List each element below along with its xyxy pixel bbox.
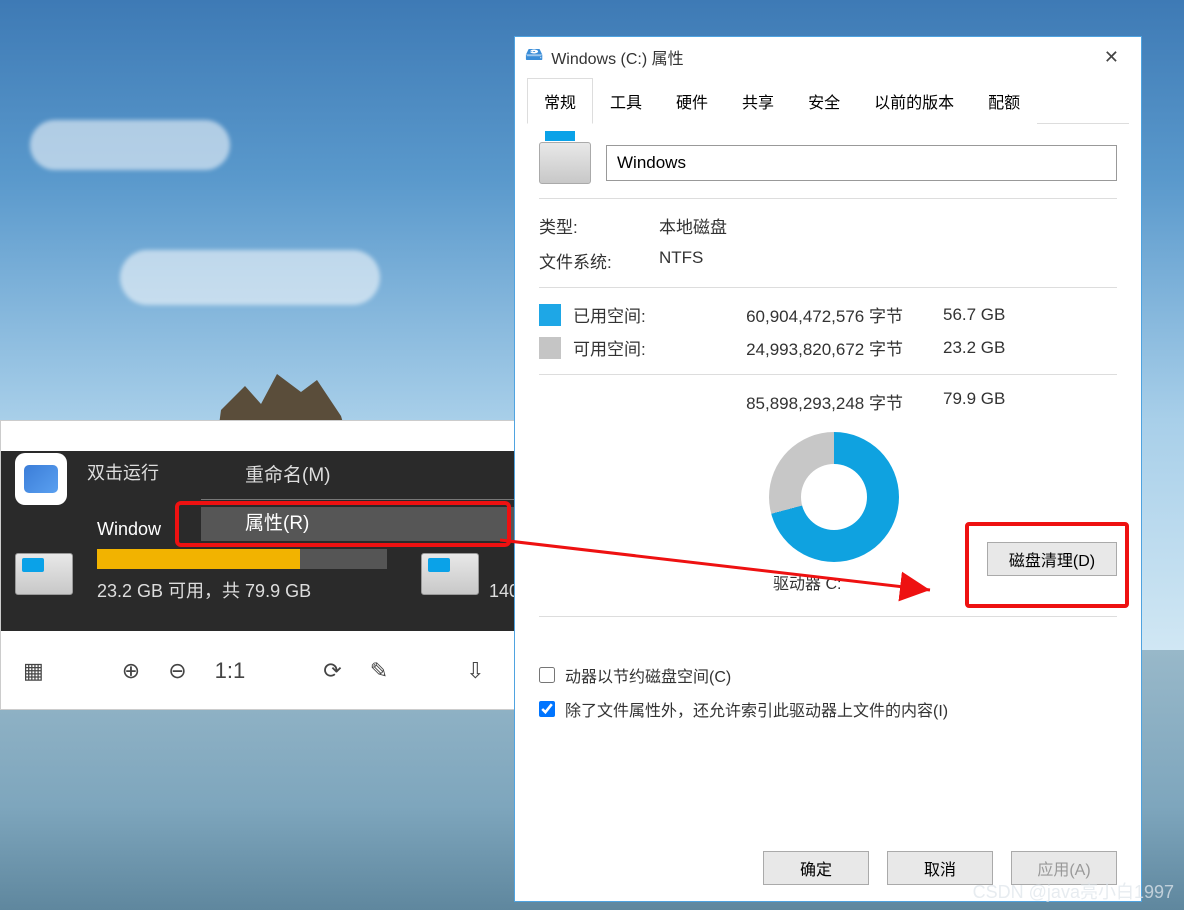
close-button[interactable]: ✕	[1092, 41, 1131, 74]
grid-icon[interactable]: ▦	[23, 658, 44, 684]
free-swatch	[539, 337, 561, 359]
tab-sharing[interactable]: 共享	[725, 78, 791, 124]
dialog-titlebar[interactable]: 🖴 Windows (C:) 属性 ✕	[515, 37, 1141, 77]
used-swatch	[539, 304, 561, 326]
tab-previous[interactable]: 以前的版本	[857, 78, 971, 124]
drive-usage-text: 23.2 GB 可用，共 79.9 GB	[97, 577, 311, 603]
drive-name-input[interactable]	[606, 145, 1117, 181]
drive-icon: 🖴	[525, 42, 543, 72]
tab-bar: 常规 工具 硬件 共享 安全 以前的版本 配额	[527, 77, 1129, 124]
total-gb: 79.9 GB	[943, 389, 1005, 414]
tab-general[interactable]: 常规	[527, 78, 593, 124]
ok-button[interactable]: 确定	[763, 851, 869, 885]
tab-hardware[interactable]: 硬件	[659, 78, 725, 124]
actual-size-icon[interactable]: 1:1	[215, 658, 246, 684]
properties-dialog: 🖴 Windows (C:) 属性 ✕ 常规 工具 硬件 共享 安全 以前的版本…	[514, 36, 1142, 902]
filesystem-label: 文件系统:	[539, 248, 649, 273]
rotate-icon[interactable]: ⟳	[323, 658, 341, 684]
used-bytes: 60,904,472,576 字节	[673, 302, 903, 327]
app-label: 双击运行	[87, 459, 159, 485]
tab-security[interactable]: 安全	[791, 78, 857, 124]
highlight-box	[175, 501, 511, 547]
used-label: 已用空间:	[573, 302, 673, 327]
compress-checkbox-row[interactable]: 动器以节约磁盘空间(C)	[539, 663, 1117, 687]
free-bytes: 24,993,820,672 字节	[673, 335, 903, 360]
index-checkbox[interactable]	[539, 701, 555, 717]
total-bytes: 85,898,293,248 字节	[573, 389, 903, 414]
highlight-box	[965, 522, 1129, 608]
type-label: 类型:	[539, 213, 649, 238]
download-icon[interactable]: ⇩	[466, 658, 484, 684]
drive-icon[interactable]	[15, 553, 73, 595]
usage-donut-chart	[769, 432, 899, 562]
type-value: 本地磁盘	[659, 213, 727, 238]
cloud-decoration	[30, 120, 230, 170]
dialog-title: Windows (C:) 属性	[551, 45, 683, 69]
zoom-in-icon[interactable]: ⊕	[122, 658, 140, 684]
watermark: CSDN @java亮小白1997	[973, 878, 1174, 904]
drive-icon[interactable]	[421, 553, 479, 595]
index-label: 除了文件属性外，还允许索引此驱动器上文件的内容(I)	[565, 697, 948, 721]
app-icon	[15, 453, 67, 505]
edit-icon[interactable]: ✎	[370, 658, 388, 684]
drive-name: Window	[97, 519, 161, 540]
drive-usage-bar	[97, 549, 387, 569]
used-gb: 56.7 GB	[943, 305, 1005, 325]
zoom-out-icon[interactable]: ⊖	[168, 658, 186, 684]
tab-quota[interactable]: 配额	[971, 78, 1037, 124]
filesystem-value: NTFS	[659, 248, 703, 273]
drive-large-icon	[539, 142, 591, 184]
tab-tools[interactable]: 工具	[593, 78, 659, 124]
compress-label: 动器以节约磁盘空间(C)	[565, 663, 731, 687]
free-label: 可用空间:	[573, 335, 673, 360]
free-gb: 23.2 GB	[943, 338, 1005, 358]
drive-letter-label: 驱动器 C:	[773, 570, 841, 594]
cloud-decoration	[120, 250, 380, 305]
index-checkbox-row[interactable]: 除了文件属性外，还允许索引此驱动器上文件的内容(I)	[539, 697, 1117, 721]
compress-checkbox[interactable]	[539, 667, 555, 683]
